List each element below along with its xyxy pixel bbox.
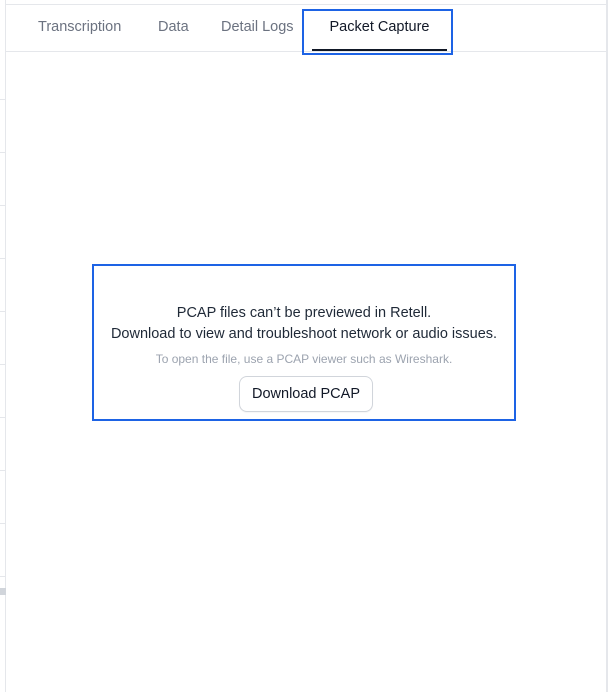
background-panel-edge: [0, 0, 6, 692]
active-tab-underline: [312, 49, 447, 51]
tab-detail-logs[interactable]: Detail Logs: [221, 5, 294, 51]
row-divider: [0, 470, 6, 471]
row-divider: [0, 311, 6, 312]
row-divider: [0, 205, 6, 206]
tab-label: Data: [158, 19, 189, 35]
pcap-message-panel: PCAP files can’t be previewed in Retell.…: [92, 264, 516, 421]
tab-label: Packet Capture: [329, 19, 430, 35]
row-divider: [0, 99, 6, 100]
tab-packet-capture[interactable]: Packet Capture: [312, 5, 447, 51]
tab-label: Transcription: [38, 19, 122, 35]
row-divider: [0, 152, 6, 153]
row-divider: [0, 417, 6, 418]
row-divider: [0, 576, 6, 577]
tab-data[interactable]: Data: [158, 5, 189, 51]
tab-bar: Transcription Data Detail Logs Packet Ca…: [6, 5, 606, 52]
row-divider: [0, 258, 6, 259]
viewer-hint: To open the file, use a PCAP viewer such…: [155, 352, 453, 366]
download-pcap-button[interactable]: Download PCAP: [239, 376, 373, 412]
scroll-indicator: [0, 588, 6, 595]
message-line-1: PCAP files can’t be previewed in Retell.: [176, 305, 432, 321]
packet-capture-page: Transcription Data Detail Logs Packet Ca…: [0, 0, 608, 692]
row-divider: [0, 523, 6, 524]
message-line-2: Download to view and troubleshoot networ…: [110, 326, 498, 342]
row-divider: [0, 364, 6, 365]
tab-label: Detail Logs: [221, 19, 294, 35]
tab-transcription[interactable]: Transcription: [38, 5, 121, 51]
